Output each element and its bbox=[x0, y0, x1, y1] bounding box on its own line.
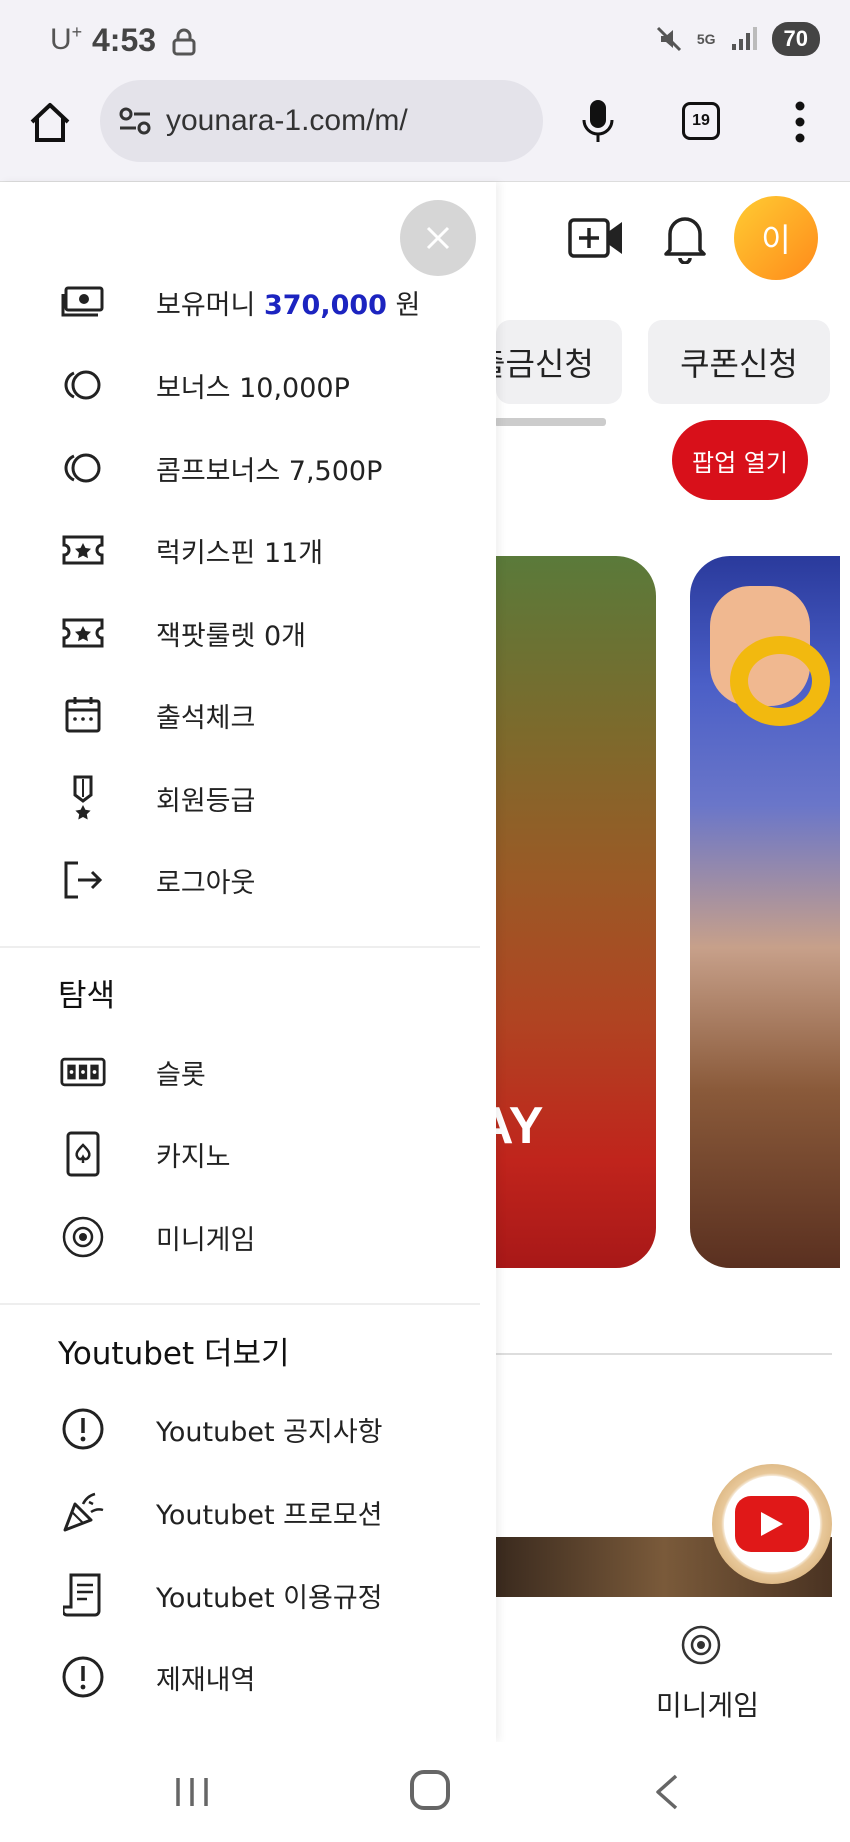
logout-label: 로그아웃 bbox=[156, 867, 256, 899]
slot-label: 슬롯 bbox=[156, 1059, 206, 1091]
minigame-icon[interactable] bbox=[680, 1624, 722, 1666]
terms-label: Youtubet 이용규정 bbox=[156, 1582, 383, 1614]
home-nav-button[interactable] bbox=[410, 1770, 450, 1810]
banner-art bbox=[730, 636, 830, 726]
membership-level-label: 회원등급 bbox=[156, 785, 256, 817]
coin-icon bbox=[60, 445, 106, 491]
more-options-icon[interactable] bbox=[794, 100, 806, 144]
more-section-title: Youtubet 더보기 bbox=[58, 1336, 290, 1372]
live-camera-icon[interactable] bbox=[568, 214, 624, 262]
menu-item-terms[interactable]: Youtubet 이용규정 bbox=[60, 1565, 383, 1625]
menu-item-bonus[interactable]: 보너스 10,000P bbox=[60, 355, 350, 415]
url-bar[interactable]: younara-1.com/m/ bbox=[100, 80, 543, 162]
minigame-icon bbox=[60, 1214, 106, 1260]
menu-item-logout[interactable]: 로그아웃 bbox=[60, 850, 255, 910]
party-icon bbox=[60, 1489, 106, 1535]
menu-item-membership-level[interactable]: 회원등급 bbox=[60, 768, 255, 828]
money-icon bbox=[60, 279, 106, 325]
ticket-icon bbox=[60, 610, 106, 656]
status-bar: U+ 4:53 5G 70 bbox=[0, 0, 850, 80]
mute-icon bbox=[656, 26, 681, 52]
menu-item-minigame[interactable]: 미니게임 bbox=[60, 1207, 255, 1267]
recent-apps-icon[interactable] bbox=[172, 1776, 212, 1808]
tab-indicator bbox=[494, 418, 606, 426]
withdraw-request-button[interactable]: 출금신청 bbox=[496, 320, 622, 404]
home-icon[interactable] bbox=[28, 100, 72, 144]
status-time: 4:53 bbox=[92, 22, 157, 58]
menu-item-balance[interactable]: 보유머니 370,000 원 bbox=[60, 272, 420, 332]
card-icon bbox=[60, 1131, 106, 1177]
promotion-label: Youtubet 프로모션 bbox=[156, 1499, 383, 1531]
menu-item-jackpot-roulette[interactable]: 잭팟룰렛 0개 bbox=[60, 603, 306, 663]
battery-indicator: 70 bbox=[771, 22, 820, 56]
lucky-spin-label: 럭키스핀 11개 bbox=[156, 537, 324, 569]
close-drawer-button[interactable] bbox=[400, 200, 476, 276]
close-icon bbox=[426, 226, 450, 250]
menu-item-sanctions[interactable]: 제재내역 bbox=[60, 1647, 255, 1707]
network-badge: 5G bbox=[696, 31, 716, 47]
minigame-label: 미니게임 bbox=[156, 1224, 256, 1256]
bell-icon[interactable] bbox=[662, 210, 708, 264]
fab-inner bbox=[724, 1476, 820, 1572]
notice-icon bbox=[60, 1406, 106, 1452]
youtube-float-button[interactable] bbox=[712, 1464, 832, 1584]
status-icons: 5G 70 bbox=[655, 22, 820, 56]
open-popup-button[interactable]: 팝업 열기 bbox=[672, 420, 808, 500]
menu-item-attendance[interactable]: 출석체크 bbox=[60, 685, 255, 745]
microphone-icon[interactable] bbox=[580, 98, 616, 144]
ticket-icon bbox=[60, 527, 106, 573]
document-icon bbox=[60, 1572, 106, 1618]
comp-bonus-label: 콤프보너스 7,500P bbox=[156, 455, 383, 487]
carrier-label: U+ bbox=[50, 22, 83, 56]
casino-label: 카지노 bbox=[156, 1141, 231, 1173]
play-icon bbox=[735, 1496, 809, 1552]
jackpot-roulette-label: 잭팟룰렛 0개 bbox=[156, 620, 306, 652]
game-banner[interactable] bbox=[690, 556, 840, 1268]
tab-switcher-button[interactable]: 19 bbox=[682, 102, 720, 140]
menu-item-comp-bonus[interactable]: 콤프보너스 7,500P bbox=[60, 438, 382, 498]
site-settings-icon[interactable] bbox=[118, 106, 152, 136]
calendar-icon bbox=[60, 692, 106, 738]
slot-icon bbox=[60, 1049, 106, 1095]
lock-icon bbox=[172, 28, 196, 56]
balance-label: 보유머니 370,000 원 bbox=[156, 289, 421, 321]
menu-item-lucky-spin[interactable]: 럭키스핀 11개 bbox=[60, 520, 323, 580]
logout-icon bbox=[60, 857, 106, 903]
notice-icon bbox=[60, 1654, 106, 1700]
sanctions-label: 제재내역 bbox=[156, 1664, 256, 1696]
menu-item-slot[interactable]: 슬롯 bbox=[60, 1042, 206, 1102]
attendance-label: 출석체크 bbox=[156, 702, 256, 734]
browser-toolbar: younara-1.com/m/ 19 bbox=[0, 80, 850, 182]
explore-section-title: 탐색 bbox=[58, 978, 116, 1014]
game-banner[interactable]: AY bbox=[496, 556, 656, 1268]
notice-label: Youtubet 공지사항 bbox=[156, 1416, 383, 1448]
menu-item-promotion[interactable]: Youtubet 프로모션 bbox=[60, 1482, 383, 1542]
banner-text: AY bbox=[496, 1097, 544, 1155]
back-icon[interactable] bbox=[652, 1772, 682, 1812]
signal-icon bbox=[731, 27, 757, 50]
bonus-label: 보너스 10,000P bbox=[156, 372, 350, 404]
avatar[interactable]: 이 bbox=[734, 196, 818, 280]
menu-item-casino[interactable]: 카지노 bbox=[60, 1124, 231, 1184]
medal-icon bbox=[60, 775, 106, 821]
divider bbox=[496, 1353, 832, 1355]
section-divider bbox=[0, 1303, 480, 1305]
system-nav-bar bbox=[0, 1742, 850, 1842]
url-text: younara-1.com/m/ bbox=[166, 104, 408, 137]
coin-icon bbox=[60, 362, 106, 408]
bottom-nav-minigame-label[interactable]: 미니게임 bbox=[656, 1684, 759, 1724]
coupon-request-button[interactable]: 쿠폰신청 bbox=[648, 320, 830, 404]
menu-item-notice[interactable]: Youtubet 공지사항 bbox=[60, 1399, 383, 1459]
section-divider bbox=[0, 946, 480, 948]
